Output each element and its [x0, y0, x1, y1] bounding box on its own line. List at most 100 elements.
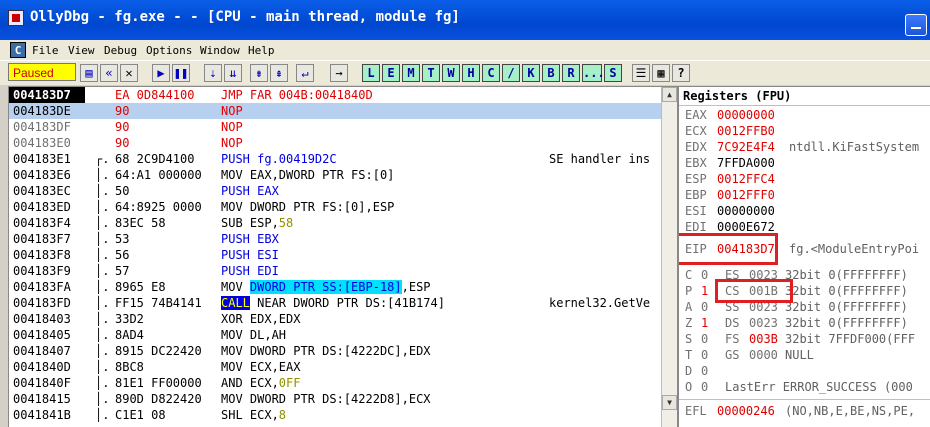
patches-button[interactable]: / [502, 64, 520, 82]
instruction-cell: MOV DWORD PTR DS:[4222DC],EDX [221, 344, 431, 358]
jump-marker: ┌. [95, 152, 110, 166]
trace-into-icon[interactable]: ⇟ [250, 64, 268, 82]
registers-pane[interactable]: Registers (FPU) EAX 00000000 ECX 0012FFB0 ED… [678, 86, 930, 427]
segment-description: 32bit 0(FFFFFFFF) [785, 268, 908, 282]
disasm-row[interactable]: 004183F7 │. 53 PUSH EBX [9, 231, 661, 247]
run-icon[interactable]: ▶ [152, 64, 170, 82]
goto-icon[interactable]: → [330, 64, 348, 82]
log-window-button[interactable]: L [362, 64, 380, 82]
flag-value[interactable]: 0 [701, 267, 708, 283]
disasm-row[interactable]: 0041841B │. C1E1 08 SHL ECX,8 [9, 407, 661, 423]
hex-dump-cell: 8AD4 [115, 328, 144, 342]
segment-value[interactable]: 0023 [749, 315, 778, 331]
flag-value[interactable]: 0 [701, 363, 708, 379]
register-value[interactable]: 00000246 [717, 403, 775, 419]
disasm-row[interactable]: 004183E1 ┌. 68 2C9D4100 PUSH fg.00419D2C SE … [9, 151, 661, 167]
flag-row[interactable]: S 0 FS 003B 32bit 7FFDF000(FFF [679, 331, 930, 347]
flag-row[interactable]: Z 1 DS 0023 32bit 0(FFFFFFFF) [679, 315, 930, 331]
disasm-row[interactable]: 004183F8 │. 56 PUSH ESI [9, 247, 661, 263]
execute-till-return-icon[interactable]: ↵ [296, 64, 314, 82]
disasm-row[interactable]: 00418415 │. 890D D822420 MOV DWORD PTR DS:[… [9, 391, 661, 407]
flag-row[interactable]: T 0 GS 0000 NULL [679, 347, 930, 363]
memory-map-button[interactable]: M [402, 64, 420, 82]
rewind-icon[interactable]: « [100, 64, 118, 82]
instruction-cell: MOV ECX,EAX [221, 360, 301, 374]
menu-view[interactable]: View [68, 44, 95, 57]
grid-icon[interactable]: ▦ [652, 64, 670, 82]
menu-options[interactable]: Options [146, 44, 192, 57]
scroll-up-icon[interactable]: ▲ [662, 87, 677, 102]
jump-marker: │. [95, 392, 110, 406]
open-icon[interactable]: ▤ [80, 64, 98, 82]
disasm-row[interactable]: 004183EC │. 50 PUSH EAX [9, 183, 661, 199]
disasm-row[interactable]: 0041840F │. 81E1 FF00000 AND ECX,0FF [9, 375, 661, 391]
disassembly-pane[interactable]: 004183D7 EA 0D844100 JMP FAR 004B:0041840D… [8, 86, 678, 427]
disasm-row[interactable]: 004183E0 90 NOP [9, 135, 661, 151]
disasm-row[interactable]: 00418407 │. 8915 DC22420 MOV DWORD PTR DS:[… [9, 343, 661, 359]
flag-value[interactable]: 0 [701, 299, 708, 315]
menu-help[interactable]: Help [248, 44, 275, 57]
register-value[interactable]: 0012FFF0 [717, 187, 775, 203]
minimize-button[interactable] [905, 14, 927, 36]
disasm-row[interactable]: 00418403 │. 33D2 XOR EDX,EDX [9, 311, 661, 327]
flag-row[interactable]: D0 [679, 363, 930, 379]
flag-value[interactable]: 0 [701, 331, 708, 347]
menu-debug[interactable]: Debug [104, 44, 137, 57]
register-value[interactable]: 0012FFC4 [717, 171, 775, 187]
step-over-icon[interactable]: ⇊ [224, 64, 242, 82]
menu-file[interactable]: File [32, 44, 59, 57]
close-icon[interactable]: ✕ [120, 64, 138, 82]
segment-value[interactable]: 003B [749, 331, 778, 347]
flag-value[interactable]: 1 [701, 315, 708, 331]
flag-name: O [685, 380, 693, 394]
threads-button[interactable]: T [422, 64, 440, 82]
disasm-row[interactable]: 004183DE 90 NOP [9, 103, 661, 119]
disasm-row[interactable]: 004183E6 │. 64:A1 000000 MOV EAX,DWORD PTR … [9, 167, 661, 183]
disasm-row[interactable]: 004183FA │. 8965 E8 MOV DWORD PTR SS:[EBP-1… [9, 279, 661, 295]
pause-icon[interactable]: ❚❚ [172, 64, 190, 82]
help-icon[interactable]: ? [672, 64, 690, 82]
address-cell: 00418407 [13, 344, 71, 358]
disasm-row[interactable]: 004183D7 EA 0D844100 JMP FAR 004B:0041840D [9, 87, 661, 103]
list-icon[interactable]: ☰ [632, 64, 650, 82]
segment-value[interactable]: 0000 [749, 347, 778, 363]
references-button[interactable]: R [562, 64, 580, 82]
disasm-row[interactable]: 004183F4 │. 83EC 58 SUB ESP,58 [9, 215, 661, 231]
register-value[interactable]: 7C92E4F4 [717, 139, 775, 155]
menu-window[interactable]: Window [200, 44, 240, 57]
register-value[interactable]: 0012FFB0 [717, 123, 775, 139]
disasm-row[interactable]: 00418405 │. 8AD4 MOV DL,AH [9, 327, 661, 343]
disasm-row[interactable]: 0041840D │. 8BC8 MOV ECX,EAX [9, 359, 661, 375]
register-value[interactable]: 00000000 [717, 203, 775, 219]
flag-value[interactable]: 0 [701, 347, 708, 363]
step-into-icon[interactable]: ⇣ [204, 64, 222, 82]
address-cell: 00418405 [13, 328, 71, 342]
disasm-row[interactable]: 004183ED │. 64:8925 0000 MOV DWORD PTR FS:[… [9, 199, 661, 215]
flag-row[interactable]: O 0 LastErr ERROR_SUCCESS (000 [679, 379, 930, 395]
source-button[interactable]: S [604, 64, 622, 82]
call-stack-button[interactable]: K [522, 64, 540, 82]
cpu-button[interactable]: C [482, 64, 500, 82]
hex-dump-cell: 64:A1 000000 [115, 168, 202, 182]
flag-value[interactable]: 1 [701, 283, 708, 299]
windows-button[interactable]: W [442, 64, 460, 82]
disasm-row[interactable]: 004183DF 90 NOP [9, 119, 661, 135]
flag-name: S [685, 332, 693, 346]
flag-value[interactable]: 0 [701, 379, 708, 395]
executables-button[interactable]: E [382, 64, 400, 82]
instruction-cell: MOV DL,AH [221, 328, 287, 342]
handles-button[interactable]: H [462, 64, 480, 82]
hex-dump-cell: C1E1 08 [115, 408, 166, 422]
run-trace-button[interactable]: ... [582, 64, 605, 82]
scroll-down-icon[interactable]: ▼ [662, 395, 677, 410]
breakpoints-button[interactable]: B [542, 64, 560, 82]
disasm-row[interactable]: 004183FD │. FF15 74B4141 CALL NEAR DWORD PT… [9, 295, 661, 311]
instruction-cell: NOP [221, 120, 243, 134]
disassembly-scrollbar[interactable]: ▲ ▼ [661, 87, 677, 427]
register-value[interactable]: 7FFDA000 [717, 155, 775, 171]
disasm-row[interactable]: 004183F9 │. 57 PUSH EDI [9, 263, 661, 279]
register-value[interactable]: 00000000 [717, 107, 775, 123]
cpu-window-icon[interactable]: C [10, 42, 26, 58]
trace-over-icon[interactable]: ⇞ [270, 64, 288, 82]
instruction-cell: MOV DWORD PTR DS:[4222D8],ECX [221, 392, 431, 406]
